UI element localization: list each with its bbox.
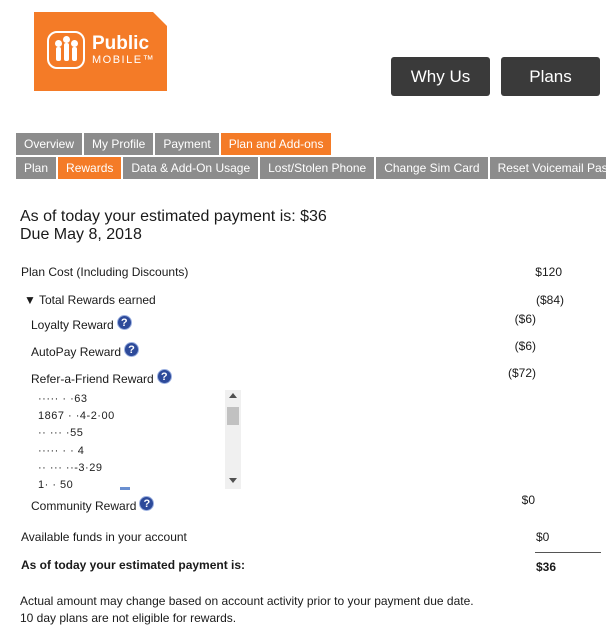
available-funds-label: Available funds in your account — [21, 530, 187, 544]
tab-overview[interactable]: Overview — [16, 133, 83, 155]
autopay-reward-label: AutoPay Reward — [31, 345, 122, 359]
public-mobile-logo[interactable]: Public MOBILE™ — [34, 12, 167, 91]
community-help-icon[interactable]: ? — [139, 496, 155, 511]
plan-cost-label: Plan Cost (Including Discounts) — [21, 265, 189, 279]
refer-friend-reward-label: Refer-a-Friend Reward — [31, 372, 154, 386]
referral-link-fragment — [120, 487, 130, 490]
estimated-payment-value: $36 — [536, 560, 557, 574]
tab-change-sim-card[interactable]: Change Sim Card — [376, 157, 488, 179]
total-divider — [535, 552, 601, 553]
tab-rewards[interactable]: Rewards — [58, 157, 122, 179]
plans-button[interactable]: Plans — [501, 57, 600, 96]
total-rewards-toggle[interactable]: ▼ Total Rewards earned — [24, 293, 156, 307]
loyalty-reward-value: ($6) — [514, 312, 536, 326]
why-us-button[interactable]: Why Us — [391, 57, 490, 96]
tab-my-profile[interactable]: My Profile — [84, 133, 154, 155]
estimated-payment-label: As of today your estimated payment is: — [21, 558, 246, 572]
referral-item[interactable]: ·· ··· ·55 — [38, 427, 83, 439]
community-reward-row: Community Reward? — [31, 496, 155, 513]
tab-plan[interactable]: Plan — [16, 157, 57, 179]
refer-friend-help-icon[interactable]: ? — [156, 369, 172, 384]
autopay-reward-row: AutoPay Reward? — [31, 342, 140, 359]
payment-due-date: Due May 8, 2018 — [20, 226, 142, 243]
tab-reset-voicemail-password[interactable]: Reset Voicemail Password — [489, 157, 606, 179]
available-funds-value: $0 — [536, 530, 550, 544]
payment-headline: As of today your estimated payment is: $… — [20, 208, 327, 244]
scroll-down-arrow-icon[interactable] — [229, 478, 237, 483]
total-rewards-value: ($84) — [535, 293, 564, 307]
referral-list-scrollbar[interactable] — [225, 390, 241, 489]
plan-cost-value: $120 — [535, 265, 562, 279]
community-reward-label: Community Reward — [31, 499, 137, 513]
people-icon — [47, 31, 85, 69]
tab-plan-and-addons[interactable]: Plan and Add-ons — [220, 133, 332, 155]
community-reward-value: $0 — [521, 493, 535, 507]
referral-item[interactable]: ·· ··· ··-3·29 — [38, 462, 102, 474]
refer-friend-reward-row: Refer-a-Friend Reward? — [31, 369, 172, 386]
tab-lost-stolen-phone[interactable]: Lost/Stolen Phone — [260, 157, 375, 179]
refer-friend-reward-value: ($72) — [507, 366, 536, 380]
referral-item[interactable]: 1867 · ·4-2·00 — [38, 410, 115, 422]
autopay-help-icon[interactable]: ? — [124, 342, 140, 357]
disclaimer-line2: 10 day plans are not eligible for reward… — [20, 611, 237, 625]
referral-item[interactable]: ····· · · 4 — [38, 445, 84, 457]
scroll-up-arrow-icon[interactable] — [229, 393, 237, 398]
referral-item[interactable]: 1· · 50 — [38, 479, 73, 489]
tab-data-addon-usage[interactable]: Data & Add-On Usage — [123, 157, 259, 179]
autopay-reward-value: ($6) — [514, 339, 536, 353]
scroll-thumb[interactable] — [227, 407, 239, 425]
logo-fold — [153, 12, 167, 26]
loyalty-reward-label: Loyalty Reward — [31, 318, 114, 332]
primary-tabs: Overview My Profile Payment Plan and Add… — [16, 133, 333, 155]
payment-headline-amount: As of today your estimated payment is: $… — [20, 208, 327, 225]
referral-list[interactable]: ····· · ·63 1867 · ·4-2·00 ·· ··· ·55 ··… — [38, 390, 241, 489]
logo-line1: Public — [92, 33, 150, 54]
disclaimer-line1: Actual amount may change based on accoun… — [20, 594, 474, 608]
tab-payment[interactable]: Payment — [155, 133, 219, 155]
secondary-tabs-container: Plan Rewards Data & Add-On Usage Lost/St… — [0, 157, 606, 180]
loyalty-help-icon[interactable]: ? — [116, 315, 132, 330]
secondary-tabs: Plan Rewards Data & Add-On Usage Lost/St… — [16, 157, 606, 179]
loyalty-reward-row: Loyalty Reward? — [31, 315, 132, 332]
logo-wordmark: Public MOBILE™ — [92, 34, 155, 66]
referral-item[interactable]: ····· · ·63 — [38, 393, 88, 405]
logo-line2: MOBILE™ — [92, 54, 156, 66]
